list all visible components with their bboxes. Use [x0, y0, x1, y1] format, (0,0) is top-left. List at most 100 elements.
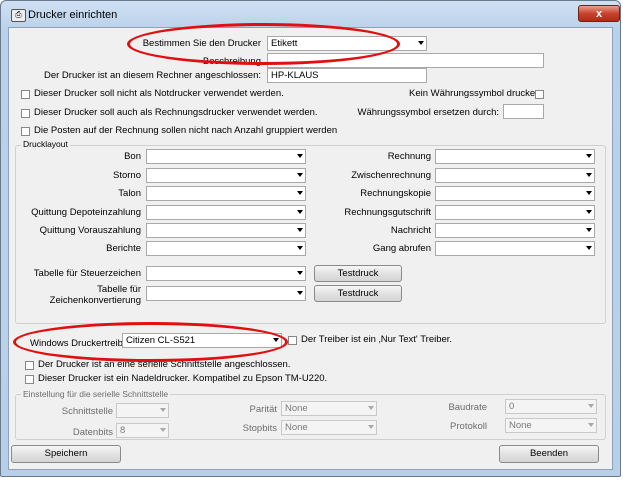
printer-select[interactable]: Etikett — [267, 36, 427, 51]
databits-select-value: 8 — [120, 425, 126, 436]
chevron-down-icon — [297, 173, 303, 177]
chevron-down-icon — [368, 425, 374, 429]
save-button[interactable]: Speichern — [11, 445, 121, 463]
baud-select-value: 0 — [509, 401, 515, 412]
printer-select-value: Etikett — [271, 38, 298, 49]
print-layout-title: Drucklayout — [21, 139, 70, 149]
layout-label-talon: Talon — [118, 188, 141, 199]
chevron-down-icon — [297, 154, 303, 158]
char-table-select[interactable] — [146, 286, 306, 301]
title-bar[interactable]: ⎙ Drucker einrichten x — [3, 3, 620, 25]
baud-label: Baudrate — [448, 402, 487, 413]
layout-label-invoice: Rechnung — [387, 151, 431, 162]
chevron-down-icon — [586, 210, 592, 214]
driver-select-value: Citizen CL-S521 — [126, 335, 196, 346]
invoice-printer-label: Dieser Drucker soll auch als Rechnungsdr… — [34, 107, 318, 118]
layout-label-message: Nachricht — [390, 225, 431, 236]
chevron-down-icon — [297, 210, 303, 214]
layout-label-storno: Storno — [113, 170, 141, 181]
port-label: Schnittstelle — [61, 406, 113, 417]
text-only-label: Der Treiber ist ein ‚Nur Text' Treiber. — [301, 334, 453, 345]
chevron-down-icon — [160, 428, 166, 432]
exit-button[interactable]: Beenden — [499, 445, 599, 463]
replace-currency-input[interactable] — [503, 104, 544, 119]
chevron-down-icon — [273, 338, 279, 342]
test-print-button-1[interactable]: Testdruck — [314, 265, 402, 282]
chevron-down-icon — [588, 404, 594, 408]
protocol-select-value: None — [509, 420, 532, 431]
tax-table-select[interactable] — [146, 266, 306, 281]
layout-select-interim[interactable] — [435, 168, 595, 183]
needle-printer-checkbox[interactable] — [25, 375, 34, 384]
chevron-down-icon — [368, 406, 374, 410]
chevron-down-icon — [297, 246, 303, 250]
close-button[interactable]: x — [578, 5, 620, 22]
layout-label-bon: Bon — [124, 151, 141, 162]
protocol-select[interactable]: None — [505, 418, 597, 433]
layout-select-deposit[interactable] — [146, 205, 306, 220]
driver-select[interactable]: Citizen CL-S521 — [122, 333, 282, 348]
chevron-down-icon — [586, 154, 592, 158]
parity-label: Parität — [249, 404, 277, 415]
no-group-checkbox[interactable] — [21, 127, 30, 136]
layout-select-invoice-copy[interactable] — [435, 186, 595, 201]
layout-label-reports: Berichte — [106, 243, 141, 254]
not-emergency-checkbox[interactable] — [21, 90, 30, 99]
baud-select[interactable]: 0 — [505, 399, 597, 414]
chevron-down-icon — [586, 191, 592, 195]
no-currency-label: Kein Währungssymbol drucken — [409, 88, 541, 99]
layout-select-prepayment[interactable] — [146, 223, 306, 238]
char-table-label-2: Zeichenkonvertierung — [49, 295, 141, 306]
no-group-label: Die Posten auf der Rechnung sollen nicht… — [34, 125, 338, 136]
chevron-down-icon — [586, 228, 592, 232]
layout-select-invoice[interactable] — [435, 149, 595, 164]
connected-computer-input[interactable]: HP-KLAUS — [267, 68, 427, 83]
no-currency-checkbox[interactable] — [535, 90, 544, 99]
tax-table-label: Tabelle für Steuerzeichen — [33, 268, 141, 279]
layout-label-course: Gang abrufen — [372, 243, 431, 254]
layout-select-talon[interactable] — [146, 186, 306, 201]
databits-select[interactable]: 8 — [116, 423, 169, 438]
stopbits-label: Stopbits — [242, 423, 277, 434]
layout-label-prepayment: Quittung Vorauszahlung — [39, 225, 141, 236]
chevron-down-icon — [586, 246, 592, 250]
chevron-down-icon — [586, 173, 592, 177]
stopbits-select[interactable]: None — [281, 420, 377, 435]
layout-select-message[interactable] — [435, 223, 595, 238]
window-title: Drucker einrichten — [28, 9, 118, 21]
layout-select-bon[interactable] — [146, 149, 306, 164]
description-input[interactable] — [267, 53, 544, 68]
layout-select-reports[interactable] — [146, 241, 306, 256]
chevron-down-icon — [297, 191, 303, 195]
needle-printer-label: Dieser Drucker ist ein Nadeldrucker. Kom… — [38, 373, 328, 384]
test-print-button-2[interactable]: Testdruck — [314, 285, 402, 302]
chevron-down-icon — [297, 228, 303, 232]
layout-label-deposit: Quittung Depoteinzahlung — [31, 207, 141, 218]
chevron-down-icon — [160, 408, 166, 412]
printer-select-label: Bestimmen Sie den Drucker — [142, 38, 261, 49]
layout-select-storno[interactable] — [146, 168, 306, 183]
layout-select-course[interactable] — [435, 241, 595, 256]
databits-label: Datenbits — [72, 427, 113, 438]
driver-label: Windows Druckertreiber — [30, 338, 132, 349]
serial-settings-title: Einstellung für die serielle Schnittstel… — [21, 389, 171, 399]
chevron-down-icon — [297, 291, 303, 295]
layout-label-credit: Rechnungsgutschrift — [344, 207, 431, 218]
layout-label-interim: Zwischenrechnung — [351, 170, 431, 181]
parity-select-value: None — [285, 403, 308, 414]
parity-select[interactable]: None — [281, 401, 377, 416]
description-label: Beschreibung — [202, 56, 261, 67]
serial-port-label: Der Drucker ist an eine serielle Schnitt… — [38, 359, 291, 370]
text-only-checkbox[interactable] — [288, 336, 297, 345]
not-emergency-label: Dieser Drucker soll nicht als Notdrucker… — [34, 88, 284, 99]
layout-label-invoice-copy: Rechnungskopie — [360, 188, 431, 199]
replace-currency-label: Währungssymbol ersetzen durch: — [357, 107, 499, 118]
port-select[interactable] — [116, 403, 169, 418]
printer-icon: ⎙ — [11, 9, 26, 22]
serial-port-checkbox[interactable] — [25, 361, 34, 370]
layout-select-credit[interactable] — [435, 205, 595, 220]
dialog-client: Bestimmen Sie den Drucker Etikett Beschr… — [8, 27, 613, 470]
chevron-down-icon — [418, 41, 424, 45]
chevron-down-icon — [588, 423, 594, 427]
invoice-printer-checkbox[interactable] — [21, 109, 30, 118]
